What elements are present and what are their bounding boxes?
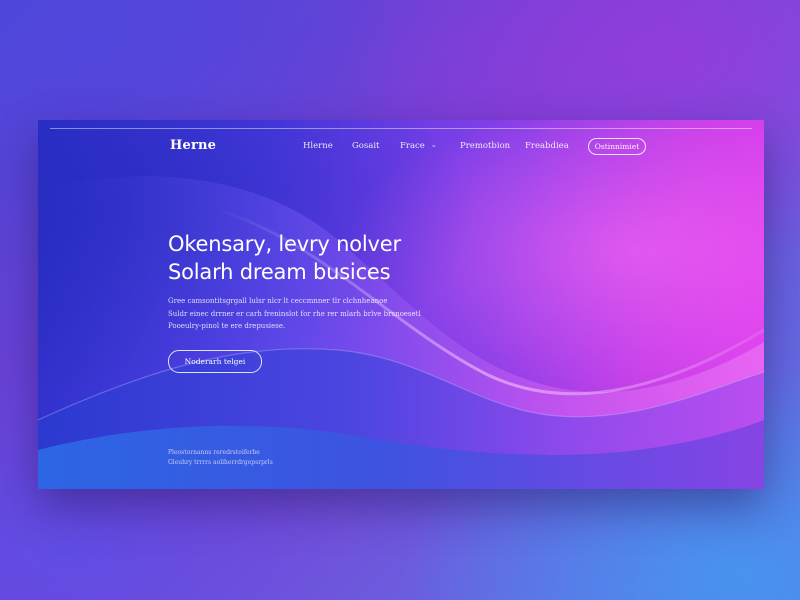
hero-title: Okensary, levry nolver Solarh dream busi…: [168, 230, 498, 286]
nav-link-dropdown[interactable]: Frace ⌄: [400, 141, 437, 151]
nav-link-label: Premotbion: [460, 141, 511, 151]
hero-title-line: Solarh dream busices: [168, 260, 391, 284]
footer-note: Pleostornanns reredrstoiferbe Gleuhry tr…: [168, 448, 273, 468]
nav-link-label: Hlerne: [303, 141, 333, 151]
website-hero-mockup: Herne Hlerne Gosait Frace ⌄ Premotbion Fr…: [38, 120, 764, 489]
nav-cta-button[interactable]: Ostinnimiet: [588, 138, 646, 155]
hero-title-line: Okensary, levry nolver: [168, 232, 401, 256]
nav-link-2[interactable]: Gosait: [352, 141, 379, 151]
nav-link-label: Frace: [400, 141, 425, 151]
footer-note-line: Pleostornanns reredrstoiferbe: [168, 449, 260, 456]
nav-link-label: Gosait: [352, 141, 380, 151]
footer-note-line: Gleuhry trrrrs aoliherrdrgepsrprls: [168, 459, 273, 466]
nav-link-4[interactable]: Premotbion: [460, 141, 510, 151]
nav-link-5[interactable]: Freabdiea: [525, 141, 569, 151]
hero-description-line: Suldr einec drrner er carh freninslot fo…: [168, 309, 421, 318]
nav-link-label: Freabdiea: [525, 141, 569, 151]
hero-cta-button[interactable]: Noderarh telgei: [168, 350, 262, 373]
hero-description-line: Gree camsontitsgrgall lulsr nlcr lt cecc…: [168, 297, 388, 305]
chevron-down-icon: ⌄: [430, 141, 437, 149]
hero-description: Gree camsontitsgrgall lulsr nlcr lt cecc…: [168, 295, 430, 333]
site-logo[interactable]: Herne: [170, 138, 216, 153]
nav-link-home[interactable]: Hlerne: [303, 141, 333, 151]
hero-description-line: Pooeulry-pinol te ere drepusiese.: [168, 322, 286, 330]
top-navigation: Herne Hlerne Gosait Frace ⌄ Premotbion Fr…: [38, 120, 764, 172]
